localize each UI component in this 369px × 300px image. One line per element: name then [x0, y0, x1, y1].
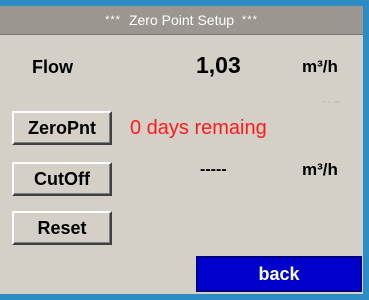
flow-unit: m³/h [302, 57, 338, 76]
cutoff-value: ----- [200, 161, 227, 178]
flow-value: 1,03 [196, 52, 241, 78]
flow-label: Flow [32, 57, 73, 77]
cutoff-unit: m³/h [302, 160, 338, 179]
frame-right-border [363, 0, 369, 300]
cutoff-button[interactable]: CutOff [12, 162, 112, 196]
zeropnt-status-text: 0 days remaing [130, 117, 267, 139]
title-decoration-right: *** [242, 14, 258, 26]
page-title: Zero Point Setup [128, 12, 235, 28]
title-decoration-left: *** [105, 14, 121, 26]
title-bar: *** Zero Point Setup *** [0, 6, 363, 35]
decorative-dots [322, 101, 340, 103]
reset-button[interactable]: Reset [12, 211, 112, 245]
device-screen: *** Zero Point Setup *** Flow 1,03 m³/h … [0, 0, 369, 300]
back-button[interactable]: back [196, 256, 362, 292]
zeropnt-button[interactable]: ZeroPnt [12, 111, 112, 145]
frame-bottom-border [0, 294, 369, 300]
